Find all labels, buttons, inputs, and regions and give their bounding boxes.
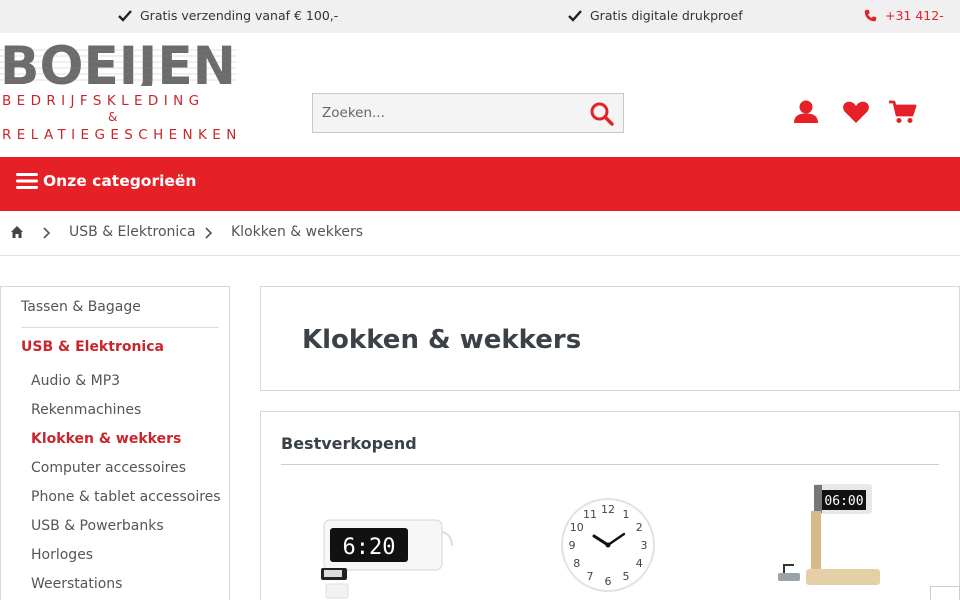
bestsellers-heading: Bestverkopend xyxy=(281,434,417,453)
sidebar-subitem-usb-powerbanks[interactable]: USB & Powerbanks xyxy=(31,518,164,534)
clock-numeral: 6 xyxy=(605,575,612,588)
search-input[interactable] xyxy=(313,94,583,132)
clock-numeral: 3 xyxy=(641,539,648,552)
sidebar-divider xyxy=(21,327,219,328)
category-bar: Onze categorieën xyxy=(0,157,960,211)
product-1-clock-display: 6:20 xyxy=(343,535,396,560)
phone-link[interactable]: +31 412- xyxy=(864,8,944,23)
breadcrumb-current[interactable]: Klokken & wekkers xyxy=(231,224,363,240)
check-icon xyxy=(118,9,132,22)
sidebar-subitem-klokken[interactable]: Klokken & wekkers xyxy=(31,431,181,447)
check-icon xyxy=(568,9,582,22)
clock-numeral: 4 xyxy=(636,557,643,570)
categories-menu-label: Onze categorieën xyxy=(43,172,197,190)
category-sidebar: Tassen & Bagage USB & Elektronica Audio … xyxy=(0,286,230,600)
clock-numeral: 10 xyxy=(570,521,584,534)
logo-ampersand: & xyxy=(108,110,118,124)
usp-digital-proof-text: Gratis digitale drukproef xyxy=(590,8,743,23)
category-title-box: Klokken & wekkers xyxy=(260,286,960,391)
sidebar-subitem-horloges[interactable]: Horloges xyxy=(31,547,93,563)
product-image-bamboo-clock-lamp[interactable]: 06:00 xyxy=(770,481,890,591)
sidebar-subitem-audio[interactable]: Audio & MP3 xyxy=(31,373,120,389)
product-image-digital-alarm-clock[interactable]: 6:20 xyxy=(316,512,456,600)
usp-free-shipping-text: Gratis verzending vanaf € 100,- xyxy=(140,8,339,23)
clock-numeral: 2 xyxy=(636,521,643,534)
home-icon[interactable] xyxy=(10,225,24,239)
search-box xyxy=(312,93,624,133)
usp-free-shipping: Gratis verzending vanaf € 100,- xyxy=(118,8,338,23)
breadcrumb: USB & Elektronica Klokken & wekkers xyxy=(0,211,960,256)
clock-numeral: 11 xyxy=(583,508,597,521)
clock-numeral: 8 xyxy=(573,557,580,570)
product-3-clock-display: 06:00 xyxy=(824,494,863,509)
sidebar-subitem-computer[interactable]: Computer accessoires xyxy=(31,460,186,476)
wishlist-heart-icon xyxy=(843,101,869,123)
clock-numeral: 1 xyxy=(623,508,630,521)
clock-numeral: 7 xyxy=(587,570,594,583)
chevron-right-icon xyxy=(205,227,212,239)
categories-menu-button[interactable]: Onze categorieën xyxy=(16,172,196,190)
clock-numeral: 9 xyxy=(569,539,576,552)
cart-button[interactable] xyxy=(888,99,917,125)
clock-numeral: 5 xyxy=(623,570,630,583)
clock-numeral: 12 xyxy=(601,503,615,516)
wishlist-button[interactable] xyxy=(842,99,870,125)
sidebar-item-tassen-bagage[interactable]: Tassen & Bagage xyxy=(21,299,141,315)
phone-icon xyxy=(864,9,877,22)
logo-brand-text: BOEIJEN xyxy=(0,42,236,86)
phone-number: +31 412- xyxy=(885,8,944,23)
chevron-right-icon xyxy=(43,227,50,239)
sidebar-item-usb-elektronica[interactable]: USB & Elektronica xyxy=(21,339,164,355)
page-title: Klokken & wekkers xyxy=(302,325,582,355)
product-image-wall-clock[interactable]: 12 12 3 45678 9 1011 xyxy=(560,497,660,593)
account-icon xyxy=(794,100,818,123)
carousel-next-button[interactable] xyxy=(930,586,960,600)
search-button[interactable] xyxy=(589,101,615,127)
logo-wordmark: BOEIJEN xyxy=(0,42,236,86)
usp-digital-proof: Gratis digitale drukproef xyxy=(568,8,743,23)
site-logo[interactable]: BOEIJEN BEDRIJFSKLEDING & RELATIEGESCHEN… xyxy=(0,42,240,144)
hamburger-menu-icon xyxy=(16,173,38,189)
account-button[interactable] xyxy=(792,99,820,125)
sidebar-subitem-rekenmachines[interactable]: Rekenmachines xyxy=(31,402,141,418)
breadcrumb-usb-elektronica[interactable]: USB & Elektronica xyxy=(69,224,196,240)
logo-line-workwear: BEDRIJFSKLEDING xyxy=(2,93,205,109)
cart-icon xyxy=(889,100,917,123)
search-icon xyxy=(590,102,614,126)
sidebar-subitem-phone-tablet[interactable]: Phone & tablet accessoires xyxy=(31,489,221,505)
usp-bar: Gratis verzending vanaf € 100,- Gratis d… xyxy=(0,0,960,33)
sidebar-subitem-weerstations[interactable]: Weerstations xyxy=(31,576,122,592)
bestsellers-divider xyxy=(281,464,939,465)
logo-line-gifts: RELATIEGESCHENKEN xyxy=(2,127,242,143)
